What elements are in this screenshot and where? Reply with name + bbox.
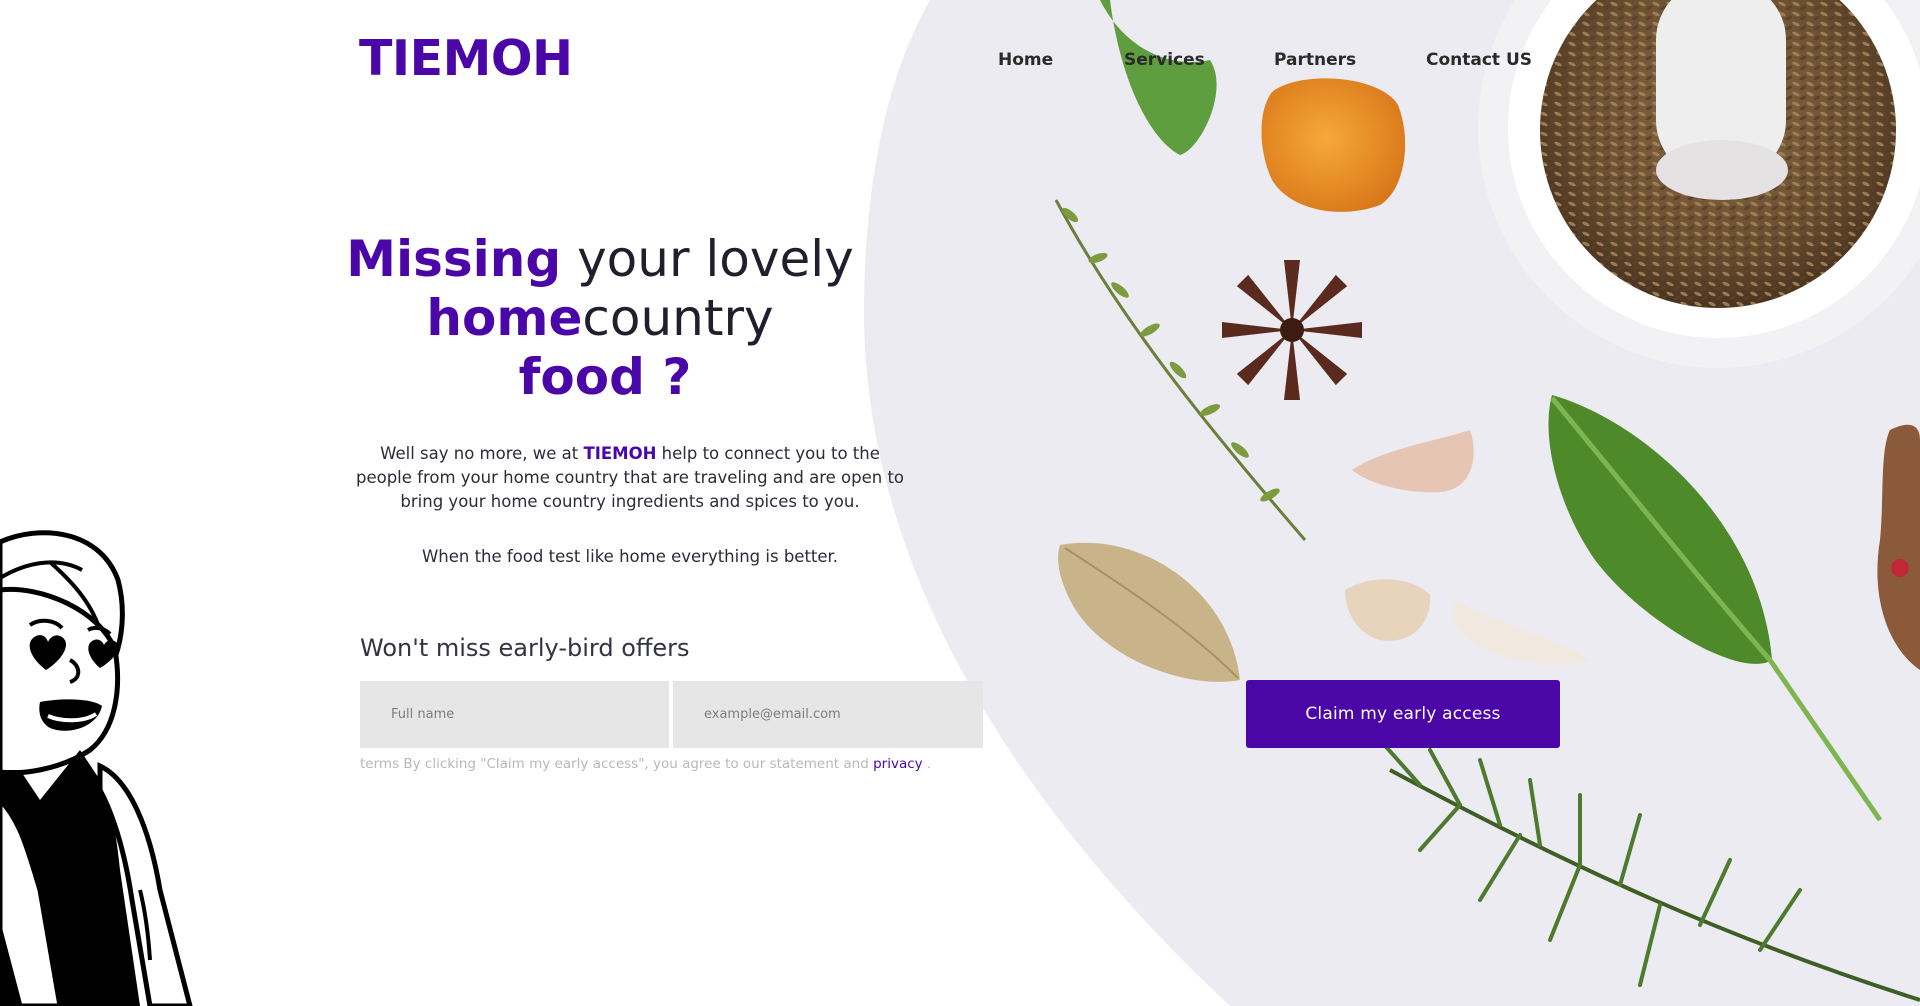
email-field[interactable] — [673, 681, 983, 748]
hero-headline: Missing your lovely homecountry food ? — [340, 230, 860, 407]
nav-services[interactable]: Services — [1124, 50, 1205, 70]
hero-description: Well say no more, we at TIEMOH help to c… — [350, 442, 910, 514]
claim-early-access-button[interactable]: Claim my early access — [1246, 680, 1560, 748]
headline-text-country: country — [582, 289, 774, 347]
nav-partners[interactable]: Partners — [1274, 50, 1356, 70]
signup-title: Won't miss early-bird offers — [360, 634, 690, 662]
headline-accent-home: home — [426, 289, 583, 347]
headline-accent-food: food ? — [518, 348, 692, 406]
desc-before-brand: Well say no more, we at — [380, 444, 584, 463]
terms-end: . — [922, 756, 932, 772]
landing-page: TIEMOH Home Services Partners Contact US… — [0, 0, 1920, 1006]
headline-line-3: food ? — [340, 348, 860, 407]
desc-brand: TIEMOH — [583, 444, 657, 463]
nav-home[interactable]: Home — [998, 50, 1053, 70]
nav-contact-us[interactable]: Contact US — [1426, 50, 1532, 70]
headline-line-2: homecountry — [340, 289, 860, 348]
heart-eyes-character-illustration — [0, 530, 193, 1006]
headline-text-lovely: your lovely — [561, 230, 854, 288]
headline-accent-missing: Missing — [346, 230, 562, 288]
privacy-link[interactable]: privacy — [873, 756, 923, 772]
headline-line-1: Missing your lovely — [340, 230, 860, 289]
full-name-field[interactable] — [360, 681, 669, 748]
main-nav: Home Services Partners Contact US — [998, 50, 1538, 76]
hero-tagline: When the food test like home everything … — [421, 547, 839, 566]
terms-notice: terms By clicking "Claim my early access… — [360, 756, 931, 772]
site-logo[interactable]: TIEMOH — [359, 30, 573, 87]
terms-text: terms By clicking "Claim my early access… — [360, 756, 874, 772]
spices-photo — [863, 0, 1920, 1006]
